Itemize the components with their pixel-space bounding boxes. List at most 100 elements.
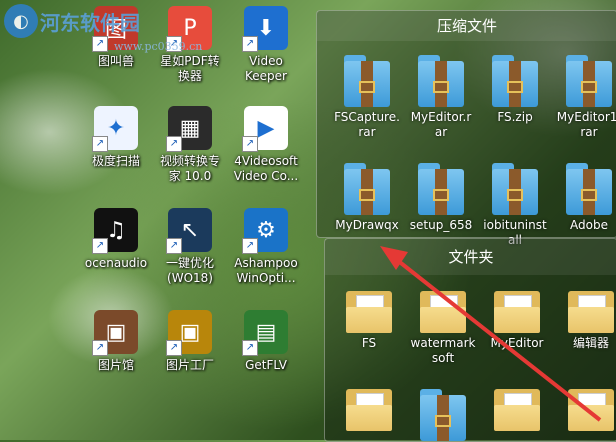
archive-file-icon <box>492 163 538 215</box>
archive-file-icon <box>344 55 390 107</box>
desktop-icon[interactable]: ▤ ↗ GetFLV <box>228 310 304 373</box>
logo-icon: ◐ <box>4 4 38 38</box>
folder-icon <box>420 291 466 333</box>
desktop-icon-label: 图片馆 <box>97 358 134 372</box>
shortcut-arrow-icon: ↗ <box>166 238 182 254</box>
app-icon: ♫ ↗ <box>92 208 138 254</box>
app-glyph: ▣ <box>105 319 127 345</box>
desktop-icon-label: 4Videosoft Video Co... <box>233 154 299 183</box>
app-icon: ↖ ↗ <box>166 208 212 254</box>
folder-item-label: MyEditor <box>490 336 544 350</box>
archive-item[interactable]: FSCapture. rar <box>331 55 403 140</box>
desktop-icon[interactable]: ▦ ↗ 视频转换专 家 10.0 <box>152 106 228 184</box>
archive-item-label: setup_658 <box>409 218 473 232</box>
desktop-icon-label: Video Keeper <box>245 54 287 83</box>
folder-item-partial[interactable] <box>481 389 553 431</box>
app-glyph: ⚙ <box>256 217 276 243</box>
folder-item[interactable]: FS <box>333 291 405 351</box>
folder-icon <box>494 291 540 333</box>
folder-item-partial[interactable] <box>555 389 616 431</box>
shortcut-arrow-icon: ↗ <box>92 136 108 152</box>
shortcut-arrow-icon: ↗ <box>166 136 182 152</box>
folder-item-label: 编辑器 <box>572 336 609 350</box>
folder-icon <box>568 389 614 431</box>
archive-file-icon <box>566 163 612 215</box>
desktop-icon-label: 视频转换专 家 10.0 <box>159 154 220 183</box>
folder-item[interactable]: 编辑器 <box>555 291 616 351</box>
archive-item[interactable]: iobituninst all <box>479 163 551 248</box>
watermark-url: www.pc0359.cn <box>114 40 203 53</box>
archive-item[interactable]: setup_658 <box>405 163 477 233</box>
archive-item-label: FS.zip <box>497 110 533 124</box>
app-glyph: ▣ <box>179 319 201 345</box>
desktop-icon-label: GetFLV <box>245 358 287 372</box>
app-icon: ▶ ↗ <box>242 106 288 152</box>
desktop-icon-label: 星如PDF转 换器 <box>160 54 220 83</box>
desktop-icon[interactable]: ▶ ↗ 4Videosoft Video Co... <box>228 106 304 184</box>
app-icon: ▦ ↗ <box>166 106 212 152</box>
shortcut-arrow-icon: ↗ <box>92 340 108 356</box>
desktop-icon-label: 极度扫描 <box>91 154 140 168</box>
desktop-icon-label: Ashampoo WinOpti... <box>234 256 298 285</box>
folder-item-label: watermark soft <box>410 336 476 365</box>
watermark-text: 河东软件园 <box>40 10 140 35</box>
archive-item[interactable]: MyEditor1. rar <box>553 55 616 140</box>
desktop-icon[interactable]: ▣ ↗ 图片馆 <box>78 310 154 373</box>
archive-item-label: MyDrawqx <box>335 218 399 232</box>
desktop-icon-label: 图叫兽 <box>97 54 134 68</box>
folder-item-partial[interactable] <box>333 389 405 431</box>
shortcut-arrow-icon: ↗ <box>92 36 108 52</box>
archive-item-label: Adobe <box>570 218 608 232</box>
archive-file-icon <box>420 389 466 441</box>
folder-item-label: FS <box>361 336 377 350</box>
app-glyph: P <box>183 15 197 41</box>
folder-item[interactable]: MyEditor <box>481 291 553 351</box>
folder-icon <box>346 291 392 333</box>
archive-file-icon <box>492 55 538 107</box>
app-icon: ⚙ ↗ <box>242 208 288 254</box>
folder-icon <box>494 389 540 431</box>
shortcut-arrow-icon: ↗ <box>242 136 258 152</box>
desktop-icon[interactable]: ↖ ↗ 一键优化 (WO18) <box>152 208 228 286</box>
folder-item[interactable]: watermark soft <box>407 291 479 366</box>
app-glyph: ▦ <box>179 115 201 141</box>
folder-item-partial[interactable] <box>407 389 479 441</box>
archive-file-icon <box>344 163 390 215</box>
shortcut-arrow-icon: ↗ <box>242 238 258 254</box>
desktop-icon[interactable]: ⬇ ↗ Video Keeper <box>228 6 304 84</box>
folder-fence-title[interactable]: 文件夹 <box>325 239 616 275</box>
desktop-icon[interactable]: ♫ ↗ ocenaudio <box>78 208 154 271</box>
shortcut-arrow-icon: ↗ <box>242 340 258 356</box>
desktop-icon[interactable]: ✦ ↗ 极度扫描 <box>78 106 154 169</box>
app-glyph: ↖ <box>180 217 200 243</box>
shortcut-arrow-icon: ↗ <box>92 238 108 254</box>
app-glyph: ▶ <box>257 115 275 141</box>
archive-file-icon <box>566 55 612 107</box>
app-icon: ✦ ↗ <box>92 106 138 152</box>
app-glyph: ♫ <box>106 217 126 243</box>
archive-file-icon <box>418 55 464 107</box>
watermark-logo: ◐ 河东软件园 www.pc0359.cn <box>4 4 202 53</box>
app-glyph: ▤ <box>255 319 277 345</box>
shortcut-arrow-icon: ↗ <box>166 340 182 356</box>
app-glyph: ✦ <box>106 115 126 141</box>
folder-icon <box>568 291 614 333</box>
archive-fence[interactable]: 压缩文件 FSCapture. rar MyEditor.r ar FS.zip My… <box>316 10 616 247</box>
desktop-icon[interactable]: ▣ ↗ 图片工厂 <box>152 310 228 373</box>
desktop-icon-label: 图片工厂 <box>165 358 214 372</box>
app-icon: ▣ ↗ <box>92 310 138 356</box>
desktop-icon-label: ocenaudio <box>84 256 148 270</box>
desktop-icon[interactable]: ⚙ ↗ Ashampoo WinOpti... <box>228 208 304 286</box>
folder-fence[interactable]: 文件夹 FS watermark soft MyEditor 编辑器 <box>324 238 616 442</box>
archive-file-icon <box>418 163 464 215</box>
archive-item[interactable]: FS.zip <box>479 55 551 125</box>
archive-item-label: MyEditor.r ar <box>410 110 472 139</box>
app-icon: ▤ ↗ <box>242 310 288 356</box>
app-glyph: ⬇ <box>256 15 276 41</box>
archive-item[interactable]: Adobe <box>553 163 616 233</box>
archive-item[interactable]: MyDrawqx <box>331 163 403 233</box>
app-icon: ⬇ ↗ <box>242 6 288 52</box>
archive-item[interactable]: MyEditor.r ar <box>405 55 477 140</box>
desktop-icon-label: 一键优化 (WO18) <box>165 256 214 285</box>
archive-fence-title[interactable]: 压缩文件 <box>317 11 616 41</box>
